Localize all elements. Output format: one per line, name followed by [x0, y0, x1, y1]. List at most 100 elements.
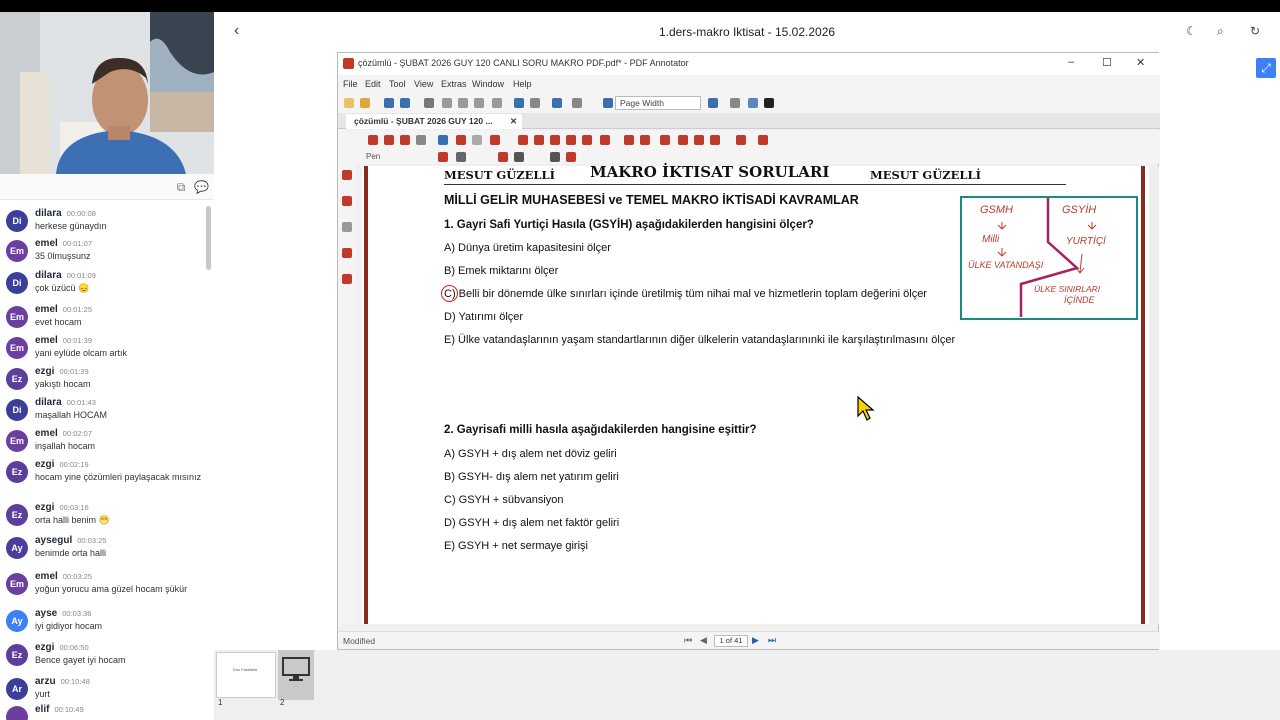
- side-text-icon[interactable]: [342, 222, 352, 232]
- menu-tool[interactable]: Tool: [389, 79, 406, 89]
- highlight-icon[interactable]: [582, 135, 592, 145]
- image-icon[interactable]: [710, 135, 720, 145]
- menu-view[interactable]: View: [414, 79, 433, 89]
- first-page-icon[interactable]: ⏮: [684, 635, 692, 646]
- camera-icon[interactable]: [660, 135, 670, 145]
- prev-page-icon[interactable]: ◀: [700, 635, 707, 646]
- chat-text: orta halli benim 😁: [35, 515, 110, 525]
- menu-window[interactable]: Window: [472, 79, 504, 89]
- save-as-icon[interactable]: [400, 98, 410, 108]
- fullscreen-icon[interactable]: [764, 98, 774, 108]
- side-stamp-icon[interactable]: [342, 248, 352, 258]
- copy-icon[interactable]: ⧉: [174, 180, 188, 194]
- maximize-icon[interactable]: ☐: [1102, 56, 1112, 69]
- app-logo-icon: [343, 58, 354, 69]
- open-icon[interactable]: [360, 98, 370, 108]
- export-icon[interactable]: [572, 98, 582, 108]
- delete-icon[interactable]: [492, 98, 502, 108]
- chat-author: dilara 00:00:08: [35, 208, 96, 219]
- crop-icon[interactable]: [678, 135, 688, 145]
- menu-file[interactable]: File: [343, 79, 358, 89]
- avatar: Em: [6, 337, 28, 359]
- avatar: [6, 706, 28, 720]
- chat-author: ayse 00:03:36: [35, 608, 91, 619]
- text-tool-icon[interactable]: [514, 152, 524, 162]
- tab-close-icon[interactable]: ✕: [510, 114, 517, 128]
- text-icon[interactable]: [472, 135, 482, 145]
- new-file-icon[interactable]: [344, 98, 354, 108]
- chat-bubble-icon[interactable]: 💬: [194, 180, 209, 194]
- side-marker-icon[interactable]: [342, 274, 352, 284]
- pen-icon[interactable]: [438, 135, 448, 145]
- eraser-icon[interactable]: [694, 135, 704, 145]
- avatar: Ay: [6, 537, 28, 559]
- chat-author: dilara 00:01:09: [35, 270, 96, 281]
- line-width-icon[interactable]: [456, 152, 466, 162]
- zoom-icon[interactable]: [416, 135, 426, 145]
- pointer-icon[interactable]: [368, 135, 378, 145]
- slide-thumbnail-1[interactable]: Doc Fakültesi: [216, 652, 276, 698]
- avatar: Di: [6, 272, 28, 294]
- font-size-icon[interactable]: [550, 152, 560, 162]
- avatar: Em: [6, 306, 28, 328]
- page-scrollbar[interactable]: [1149, 166, 1159, 624]
- chat-timestamp: 00:10:48: [60, 677, 90, 686]
- find-icon[interactable]: [552, 98, 562, 108]
- ellipse-icon[interactable]: [566, 135, 576, 145]
- stamp-icon[interactable]: [490, 135, 500, 145]
- side-pen-icon[interactable]: [342, 196, 352, 206]
- slide-thumbnail-2[interactable]: [278, 650, 314, 700]
- zoom-select[interactable]: Page Width: [615, 96, 701, 110]
- line-icon[interactable]: [518, 135, 528, 145]
- note-icon[interactable]: [600, 135, 610, 145]
- avatar: Ez: [6, 368, 28, 390]
- save-icon[interactable]: [384, 98, 394, 108]
- chat-author-name: emel: [35, 238, 58, 249]
- fit-width-icon[interactable]: [748, 98, 758, 108]
- close-icon[interactable]: ✕: [1136, 56, 1145, 69]
- menu-help[interactable]: Help: [513, 79, 532, 89]
- menu-edit[interactable]: Edit: [365, 79, 381, 89]
- pin-icon[interactable]: [566, 152, 576, 162]
- paste-icon[interactable]: [474, 98, 484, 108]
- hand-icon[interactable]: [400, 135, 410, 145]
- dark-mode-moon-icon[interactable]: ☾: [1186, 24, 1197, 38]
- side-highlight-icon[interactable]: [342, 170, 352, 180]
- curve-icon[interactable]: [498, 152, 508, 162]
- undo-icon[interactable]: [514, 98, 524, 108]
- next-page-icon[interactable]: ▶: [752, 635, 759, 646]
- link-icon[interactable]: [624, 135, 634, 145]
- page-indicator[interactable]: 1 of 41: [714, 635, 748, 647]
- color-picker-icon[interactable]: [438, 152, 448, 162]
- redo-icon[interactable]: [530, 98, 540, 108]
- fullscreen-expand-icon[interactable]: ⤢: [1256, 58, 1276, 78]
- cut-icon[interactable]: [442, 98, 452, 108]
- copy-icon[interactable]: [458, 98, 468, 108]
- heart-icon[interactable]: [758, 135, 768, 145]
- arrow-icon[interactable]: [534, 135, 544, 145]
- minimize-icon[interactable]: –: [1068, 56, 1074, 68]
- search-icon[interactable]: ⌕: [1217, 24, 1224, 39]
- document-tab[interactable]: çözümlü - ŞUBAT 2026 GUY 120 ... ✕: [346, 114, 522, 129]
- chat-text: yakıştı hocam: [35, 379, 91, 389]
- chat-text: yurt: [35, 689, 51, 699]
- fit-page-icon[interactable]: [730, 98, 740, 108]
- rectangle-icon[interactable]: [550, 135, 560, 145]
- marker-icon[interactable]: [456, 135, 466, 145]
- select-icon[interactable]: [384, 135, 394, 145]
- zoom-in-icon[interactable]: [708, 98, 718, 108]
- avatar: Di: [6, 399, 28, 421]
- zoom-out-icon[interactable]: [603, 98, 613, 108]
- chat-scrollbar[interactable]: [206, 206, 211, 270]
- chat-timestamp: 00:01:39: [59, 367, 89, 376]
- sigma-icon[interactable]: [736, 135, 746, 145]
- main-toolbar: [338, 93, 1160, 113]
- app-statusbar: Modified ⏮ ◀ 1 of 41 ▶ ⏭: [338, 631, 1160, 649]
- comment-icon[interactable]: [640, 135, 650, 145]
- author-right: MESUT GÜZELLİ: [870, 168, 981, 182]
- chat-text: hocam yine çözümleri paylaşacak mısınız: [35, 472, 202, 482]
- last-page-icon[interactable]: ⏭: [768, 635, 776, 646]
- menu-extras[interactable]: Extras: [441, 79, 467, 89]
- print-icon[interactable]: [424, 98, 434, 108]
- refresh-icon[interactable]: ↻: [1250, 24, 1260, 38]
